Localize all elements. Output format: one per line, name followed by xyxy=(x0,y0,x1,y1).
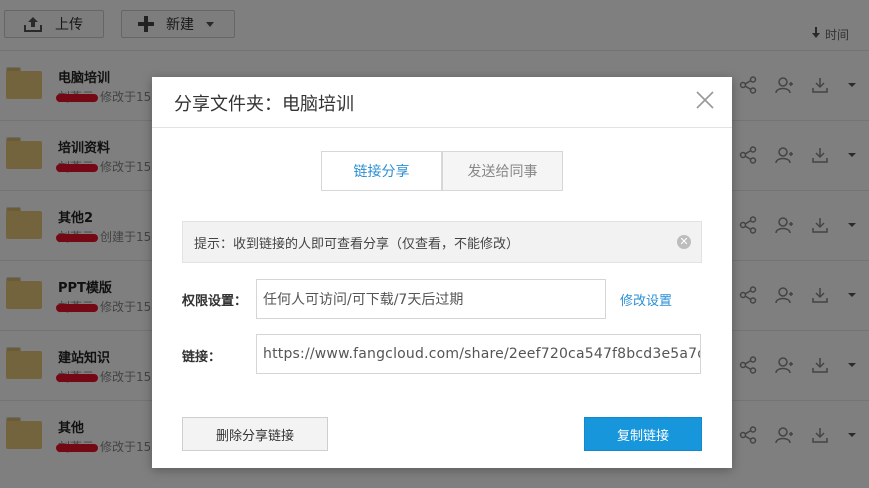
permission-field[interactable]: 任何人可访问/可下载/7天后过期 xyxy=(256,279,606,319)
dialog-header: 分享文件夹：电脑培训 xyxy=(152,77,732,128)
share-link-field[interactable]: https://www.fangcloud.com/share/2eef720c… xyxy=(256,334,701,374)
copy-link-button[interactable]: 复制链接 xyxy=(584,417,702,451)
modify-settings-link[interactable]: 修改设置 xyxy=(620,290,672,309)
permission-label: 权限设置： xyxy=(182,294,248,309)
delete-share-link-button[interactable]: 删除分享链接 xyxy=(182,417,328,451)
tip-close-icon[interactable]: ✕ xyxy=(677,235,691,249)
tab-link-share[interactable]: 链接分享 xyxy=(321,151,442,191)
close-icon[interactable] xyxy=(696,91,714,109)
dialog-title: 分享文件夹：电脑培训 xyxy=(174,94,354,115)
share-tabs: 链接分享 发送给同事 xyxy=(321,151,563,191)
tip-banner: 提示：收到链接的人即可查看分享（仅查看，不能修改） ✕ xyxy=(182,221,702,263)
tip-text: 提示：收到链接的人即可查看分享（仅查看，不能修改） xyxy=(194,236,520,252)
link-label: 链接： xyxy=(182,350,222,365)
share-folder-dialog: 分享文件夹：电脑培训 链接分享 发送给同事 提示：收到链接的人即可查看分享（仅查… xyxy=(152,77,732,468)
tab-send-to-colleague[interactable]: 发送给同事 xyxy=(442,151,563,191)
